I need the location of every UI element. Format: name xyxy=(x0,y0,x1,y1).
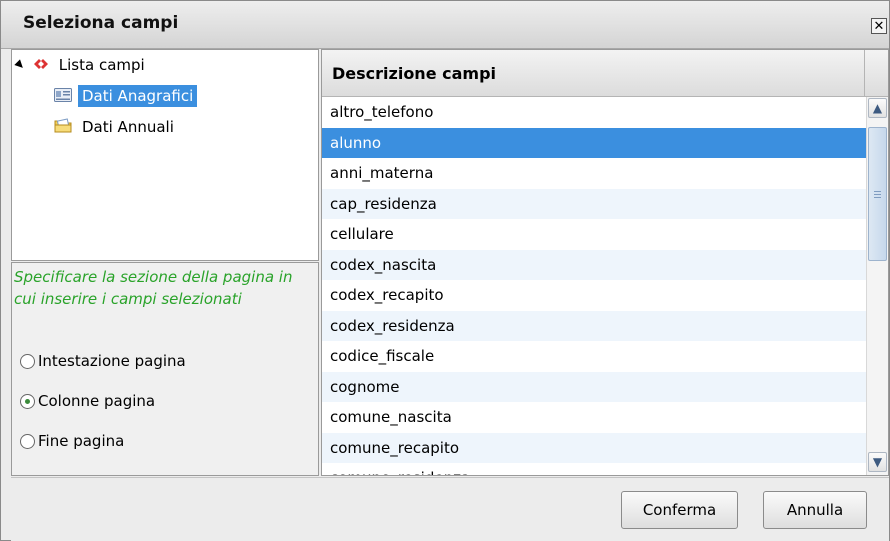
select-fields-dialog: Seleziona campi ✕ Lista campi Dati Anagr… xyxy=(0,0,890,541)
table-row[interactable]: cap_residenza xyxy=(322,188,866,219)
table-row[interactable]: anni_materna xyxy=(322,158,866,189)
radio-label: Intestazione pagina xyxy=(38,352,186,370)
table-row[interactable]: codex_recapito xyxy=(322,280,866,311)
table-row[interactable]: altro_telefono xyxy=(322,97,866,128)
grid-rows: altro_telefono alunno anni_materna cap_resi… xyxy=(322,97,866,475)
fields-grid: Descrizione campi altro_telefono alunno an… xyxy=(321,49,889,476)
column-header-descrizione[interactable]: Descrizione campi xyxy=(332,64,496,83)
tree-root-label: Lista campi xyxy=(58,56,145,74)
dialog-titlebar[interactable]: Seleziona campi ✕ xyxy=(1,1,889,49)
radio-button[interactable] xyxy=(20,434,35,449)
table-row[interactable]: alunno xyxy=(322,127,866,158)
xml-tag-icon xyxy=(33,54,49,78)
table-row[interactable]: codex_nascita xyxy=(322,249,866,280)
grid-header[interactable]: Descrizione campi xyxy=(322,50,888,97)
radio-fine-pagina[interactable]: Fine pagina xyxy=(20,429,124,453)
tree-item-dati-anagrafici[interactable]: Dati Anagrafici xyxy=(54,84,198,109)
id-card-icon xyxy=(54,85,72,109)
tree-root-row[interactable]: Lista campi xyxy=(14,53,149,77)
cancel-button[interactable]: Annulla xyxy=(763,491,867,529)
table-row[interactable]: cellulare xyxy=(322,219,866,250)
scroll-up-icon[interactable]: ▲ xyxy=(868,98,887,118)
radio-button[interactable] xyxy=(20,354,35,369)
dialog-footer: Conferma Annulla xyxy=(11,477,889,541)
table-row[interactable]: cognome xyxy=(322,371,866,402)
vertical-scrollbar[interactable]: ▲ ▼ xyxy=(866,97,888,475)
dialog-title: Seleziona campi xyxy=(23,13,179,33)
column-divider xyxy=(864,50,865,96)
radio-colonne-pagina[interactable]: Colonne pagina xyxy=(20,389,155,413)
scroll-down-icon[interactable]: ▼ xyxy=(868,452,887,472)
tree-item-dati-annuali[interactable]: Dati Annuali xyxy=(54,115,178,139)
radio-label: Fine pagina xyxy=(38,432,125,450)
tree-expander-icon[interactable] xyxy=(14,59,26,71)
section-hint-text: Specificare la sezione della pagina in c… xyxy=(14,268,293,308)
table-row[interactable]: codice_fiscale xyxy=(322,341,866,372)
radio-label: Colonne pagina xyxy=(38,392,156,410)
radio-button[interactable] xyxy=(20,394,35,409)
folder-envelope-icon xyxy=(54,116,72,140)
table-row[interactable]: comune_residenza xyxy=(322,463,866,475)
fields-tree: Lista campi Dati Anagrafici Dati Annuali xyxy=(11,49,319,261)
table-row[interactable]: codex_residenza xyxy=(322,310,866,341)
scrollbar-thumb[interactable] xyxy=(868,127,887,261)
tree-item-label: Dati Anagrafici xyxy=(78,85,198,107)
close-icon[interactable]: ✕ xyxy=(871,18,887,34)
confirm-button[interactable]: Conferma xyxy=(621,491,738,529)
table-row[interactable]: comune_recapito xyxy=(322,432,866,463)
section-options-panel: Specificare la sezione della pagina in c… xyxy=(11,262,319,476)
radio-intestazione-pagina[interactable]: Intestazione pagina xyxy=(20,349,186,373)
table-row[interactable]: comune_nascita xyxy=(322,402,866,433)
tree-item-label: Dati Annuali xyxy=(82,118,174,136)
